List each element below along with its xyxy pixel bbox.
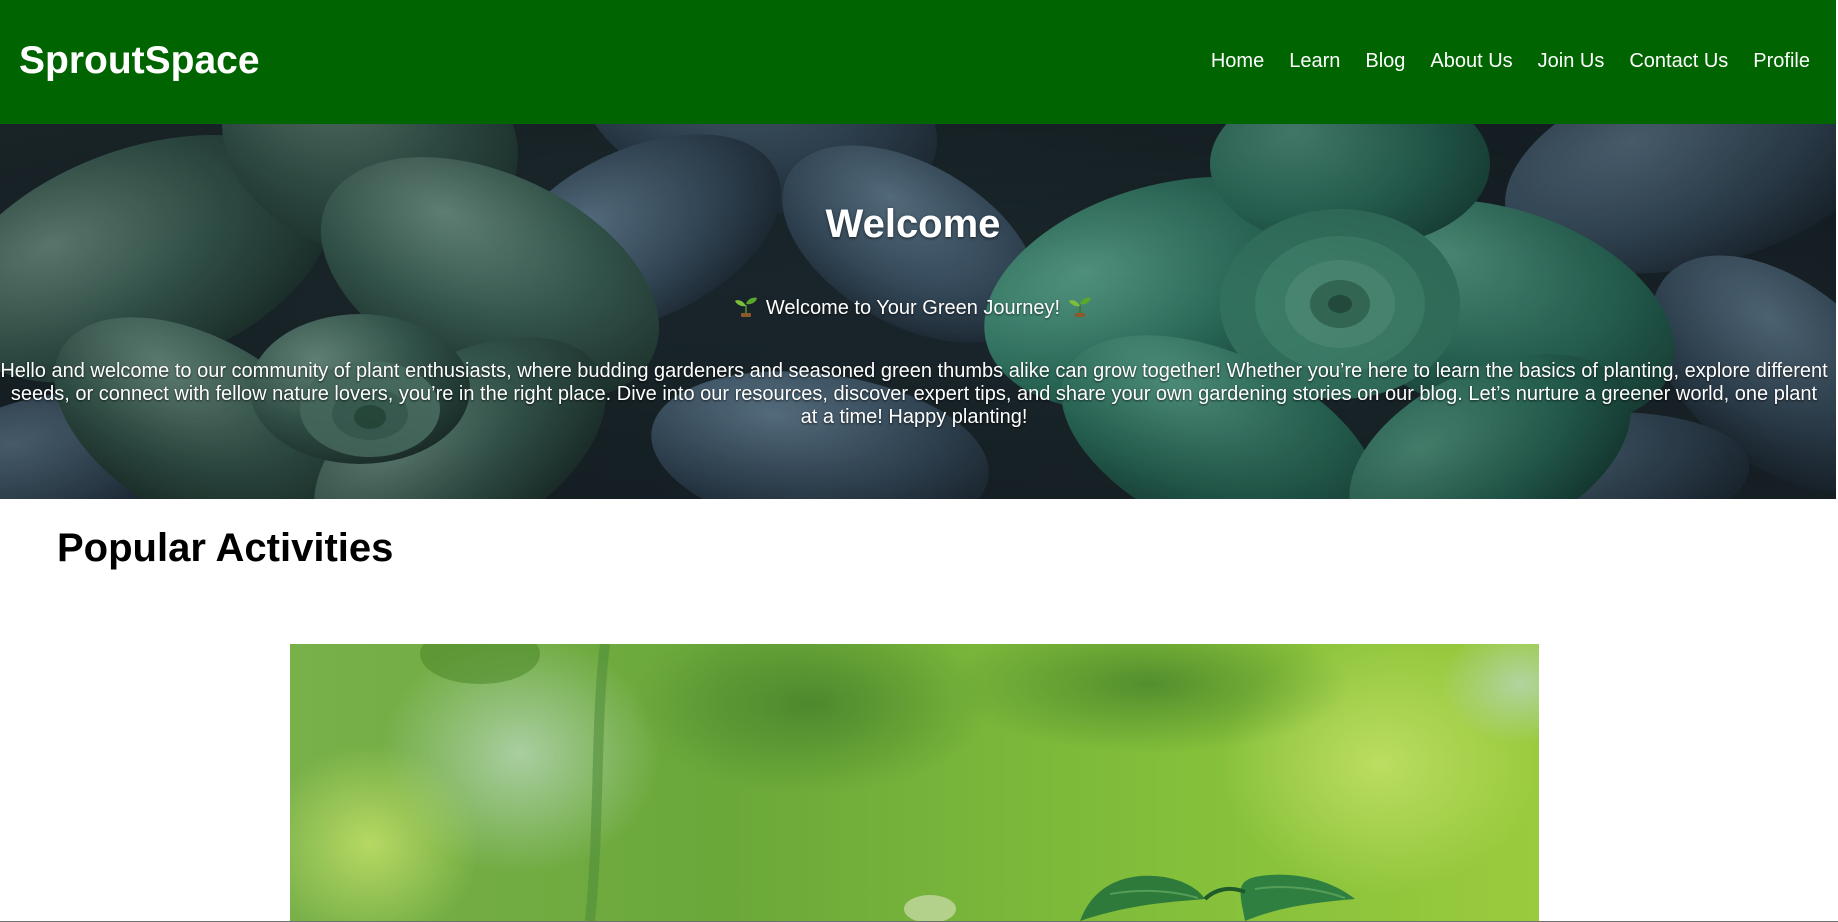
nav-item-home: Home <box>1211 47 1264 75</box>
nav-item-join: Join Us <box>1538 47 1605 75</box>
seedling-icon <box>1069 297 1092 317</box>
nav-link-learn[interactable]: Learn <box>1289 50 1340 72</box>
nav-link-join[interactable]: Join Us <box>1538 50 1605 72</box>
seedling-photo <box>290 644 1539 921</box>
nav-link-profile[interactable]: Profile <box>1753 50 1810 72</box>
activity-card[interactable] <box>290 644 1539 921</box>
nav-link-about[interactable]: About Us <box>1430 50 1512 72</box>
hero-title: Welcome <box>825 202 1001 246</box>
nav-item-profile: Profile <box>1753 47 1810 75</box>
popular-activities-title: Popular Activities <box>57 526 394 570</box>
nav-link-contact[interactable]: Contact Us <box>1629 50 1728 72</box>
nav-item-learn: Learn <box>1289 47 1340 75</box>
nav-item-contact: Contact Us <box>1629 47 1728 75</box>
brand-logo[interactable]: SproutSpace <box>19 37 260 85</box>
nav-link-home[interactable]: Home <box>1211 50 1264 72</box>
hero-subtitle: Welcome to Your Green Journey! <box>0 295 1826 320</box>
page: SproutSpace Home Learn Blog About Us Joi… <box>0 0 1836 921</box>
nav-item-about: About Us <box>1430 47 1512 75</box>
hero-section: Welcome Welcome to Your Green Journey! H… <box>0 124 1836 499</box>
nav-item-blog: Blog <box>1365 47 1405 75</box>
hero-subtitle-text: Welcome to Your Green Journey! <box>765 297 1061 319</box>
hero-intro-text: Hello and welcome to our community of pl… <box>0 360 1828 428</box>
nav-link-blog[interactable]: Blog <box>1365 50 1405 72</box>
seedling-icon <box>734 297 757 317</box>
browser-viewport: SproutSpace Home Learn Blog About Us Joi… <box>0 0 1838 922</box>
site-header: SproutSpace Home Learn Blog About Us Joi… <box>0 0 1836 124</box>
main-nav: Home Learn Blog About Us Join Us Contact… <box>1211 47 1810 75</box>
